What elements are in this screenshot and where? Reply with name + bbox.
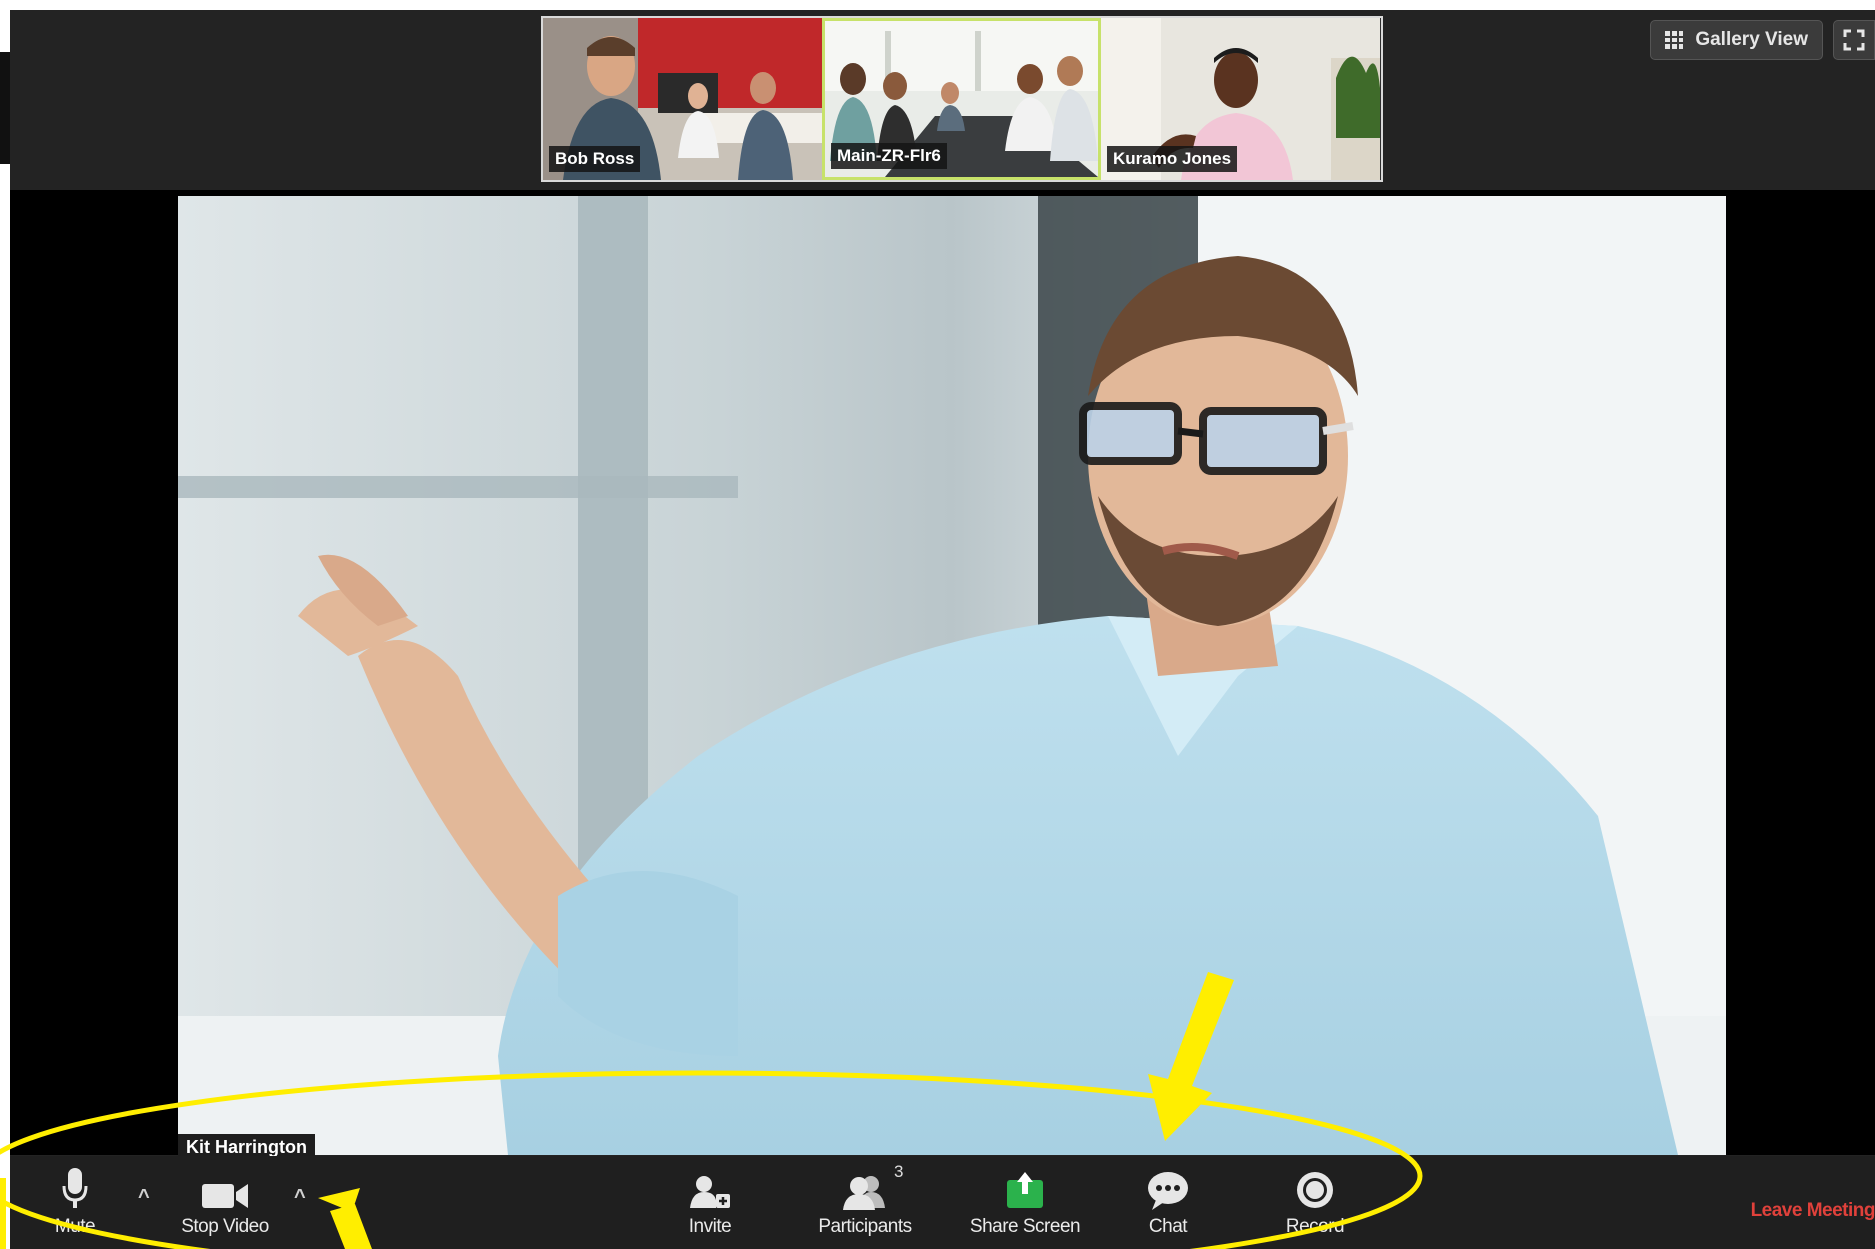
leave-meeting-button[interactable]: Leave Meeting: [1751, 1200, 1875, 1222]
invite-label: Invite: [688, 1216, 732, 1237]
mute-button[interactable]: Mute: [40, 1156, 110, 1249]
active-speaker-stage: [10, 190, 1875, 1155]
meeting-toolbar: Mute ^ Stop Video ^ Invite Participants …: [10, 1156, 1875, 1249]
record-icon: [1297, 1172, 1333, 1208]
left-margin: [0, 10, 10, 1249]
gallery-view-button[interactable]: Gallery View: [1650, 20, 1823, 60]
speaker-video-image: [178, 196, 1726, 1155]
chat-icon: [1148, 1172, 1188, 1210]
record-button[interactable]: Record: [1265, 1156, 1365, 1249]
view-controls: Gallery View: [1650, 20, 1875, 60]
stop-video-label: Stop Video: [181, 1216, 269, 1237]
share-screen-icon: [1007, 1172, 1043, 1208]
video-camera-icon: [202, 1184, 248, 1208]
grid-icon: [1665, 31, 1684, 49]
participants-button[interactable]: Participants: [805, 1156, 925, 1249]
chat-button[interactable]: Chat: [1128, 1156, 1208, 1249]
audio-options-caret[interactable]: ^: [138, 1186, 150, 1209]
microphone-icon: [62, 1168, 88, 1208]
participant-thumbnail-strip: Bob Ross Main-ZR-Flr6 Kuramo Jones: [541, 16, 1383, 182]
participants-label: Participants: [818, 1216, 912, 1237]
participants-icon: [843, 1176, 885, 1210]
mute-label: Mute: [54, 1216, 96, 1237]
thumbnail-kuramo-jones[interactable]: Kuramo Jones: [1101, 18, 1380, 180]
invite-button[interactable]: Invite: [670, 1156, 750, 1249]
annotation-edge-mark: [0, 1178, 6, 1249]
participants-count-badge: 3: [894, 1162, 904, 1181]
window-edge-marker: [0, 52, 10, 164]
stop-video-button[interactable]: Stop Video: [165, 1156, 285, 1249]
gallery-view-label: Gallery View: [1695, 29, 1808, 50]
fullscreen-button[interactable]: [1833, 20, 1875, 60]
thumbnail-name-label: Main-ZR-Flr6: [831, 143, 947, 169]
thumbnail-main-zr-flr6[interactable]: Main-ZR-Flr6: [822, 18, 1101, 180]
video-options-caret[interactable]: ^: [294, 1186, 306, 1209]
share-screen-button[interactable]: Share Screen: [960, 1156, 1090, 1249]
meeting-window: Bob Ross Main-ZR-Flr6 Kuramo Jones Galle…: [10, 10, 1875, 1249]
fullscreen-icon: [1843, 29, 1865, 51]
share-screen-label: Share Screen: [969, 1216, 1081, 1237]
record-label: Record: [1285, 1216, 1345, 1237]
invite-icon: [690, 1176, 730, 1208]
thumbnail-bob-ross[interactable]: Bob Ross: [543, 18, 822, 180]
thumbnail-name-label: Kuramo Jones: [1107, 146, 1238, 172]
active-speaker-video: [178, 196, 1726, 1155]
thumbnail-name-label: Bob Ross: [549, 146, 641, 172]
chat-label: Chat: [1148, 1216, 1188, 1237]
